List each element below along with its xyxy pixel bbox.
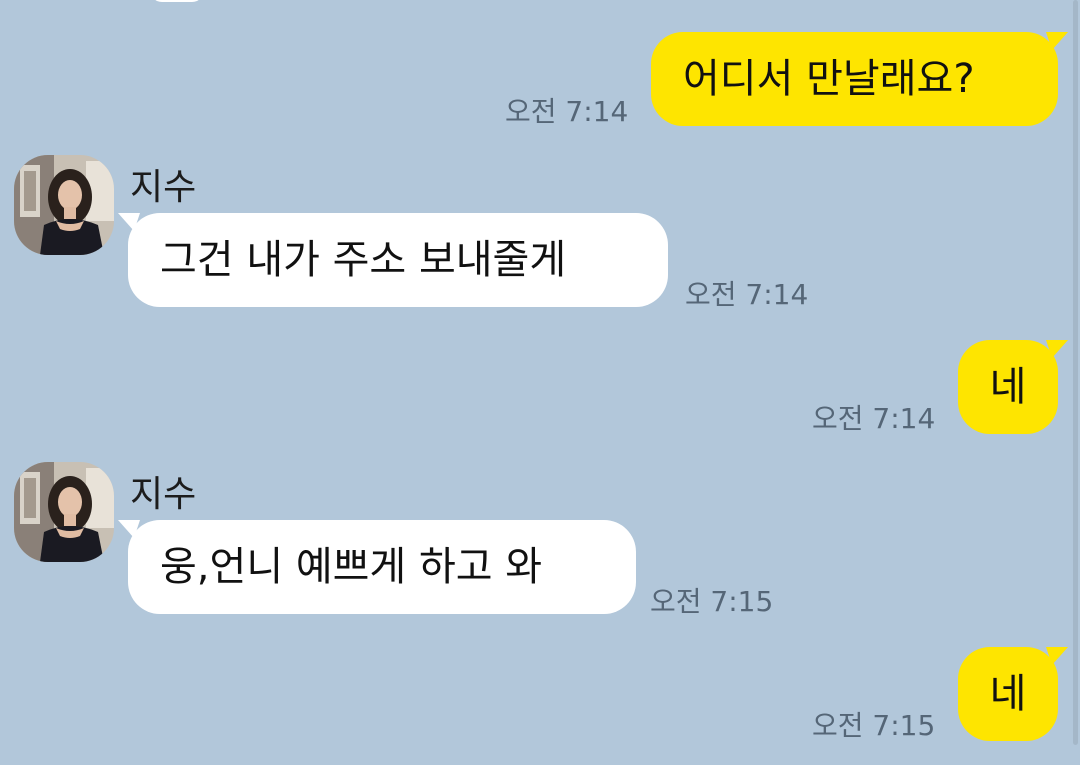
- scrollbar[interactable]: [1073, 0, 1078, 745]
- message-text: 네: [989, 364, 1027, 410]
- chat-area[interactable]: 오전 7:14 어디서 만날래요? 지수 그건 내가 주소 보내줄게 오전 7:…: [0, 0, 1080, 765]
- bubble-tail-icon: [118, 520, 140, 538]
- profile-photo-icon: [14, 462, 114, 562]
- incoming-message-bubble[interactable]: 그건 내가 주소 보내줄게: [118, 213, 668, 307]
- sender-name: 지수: [130, 167, 197, 208]
- bubble-tail-icon: [118, 213, 140, 231]
- message-time: 오전 7:14: [685, 278, 809, 311]
- profile-photo-icon: [14, 155, 114, 255]
- avatar[interactable]: [14, 155, 114, 255]
- message-time: 오전 7:14: [812, 402, 936, 435]
- bubble-tail-icon: [1046, 647, 1068, 665]
- bubble-tail-icon: [1046, 32, 1068, 50]
- outgoing-message-bubble[interactable]: 네: [958, 647, 1068, 741]
- message-time: 오전 7:14: [505, 95, 629, 128]
- outgoing-message-bubble[interactable]: 네: [958, 340, 1068, 434]
- avatar[interactable]: [14, 462, 114, 562]
- message-time: 오전 7:15: [812, 709, 936, 742]
- message-text: 그건 내가 주소 보내줄게: [160, 237, 567, 283]
- message-text: 어디서 만날래요?: [683, 56, 975, 102]
- previous-message-fragment: [150, 0, 204, 2]
- sender-name: 지수: [130, 474, 197, 515]
- message-text: 웅,언니 예쁘게 하고 와: [160, 544, 543, 590]
- message-text: 네: [989, 671, 1027, 717]
- message-time: 오전 7:15: [650, 585, 774, 618]
- bubble-tail-icon: [1046, 340, 1068, 358]
- outgoing-message-bubble[interactable]: 어디서 만날래요?: [651, 32, 1068, 126]
- incoming-message-bubble[interactable]: 웅,언니 예쁘게 하고 와: [118, 520, 636, 614]
